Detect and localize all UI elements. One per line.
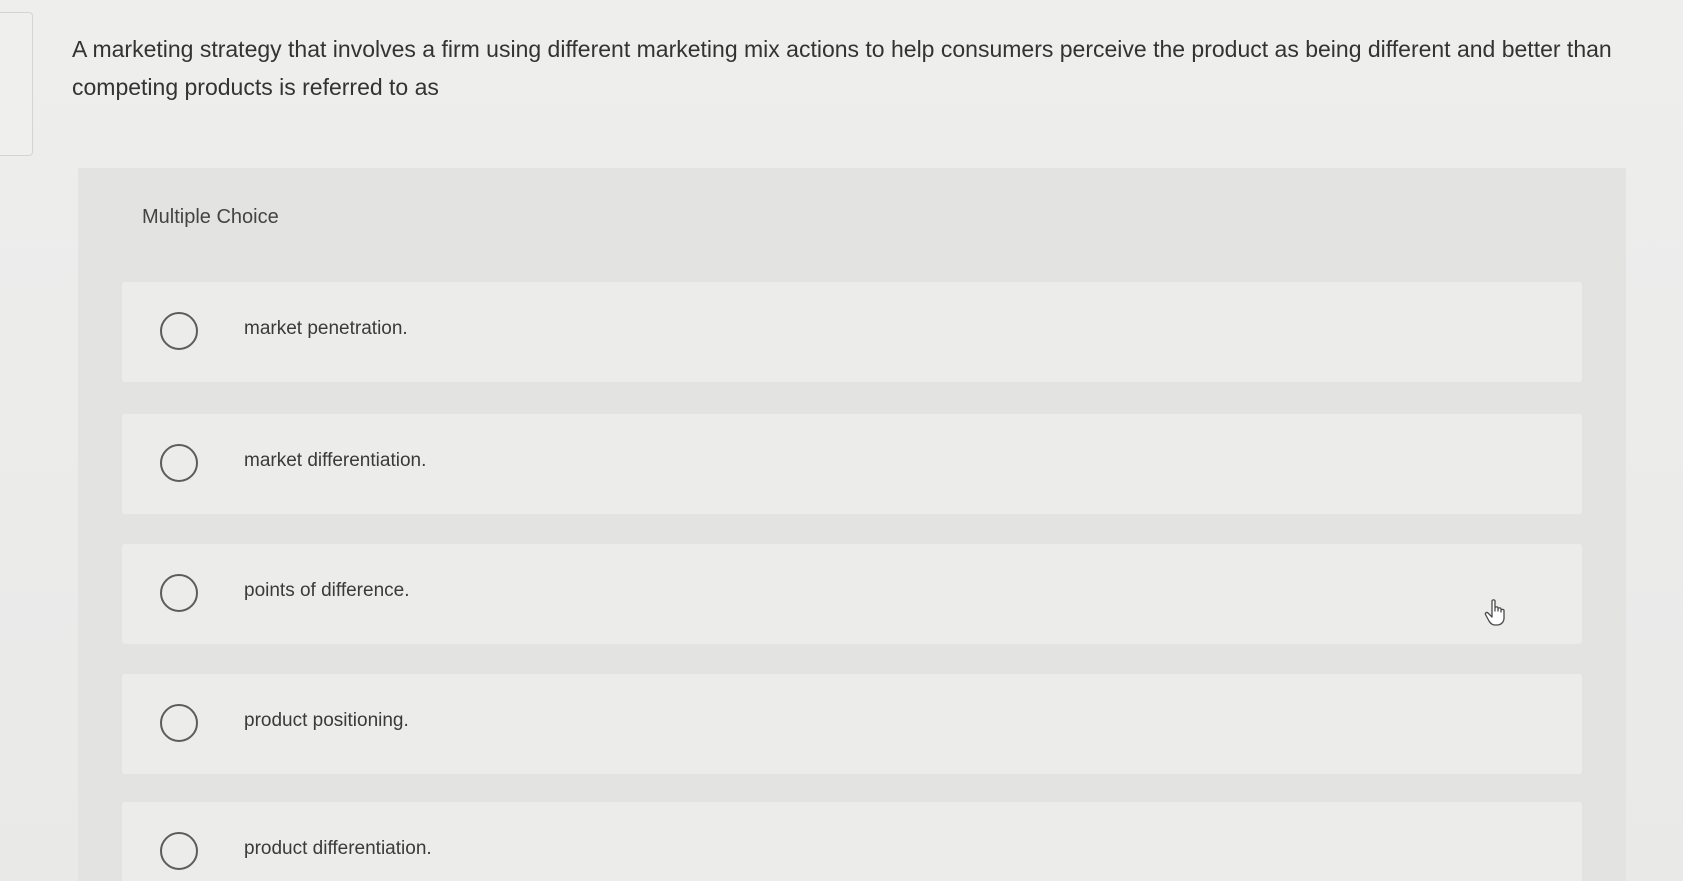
radio-unselected-icon[interactable] xyxy=(160,574,198,612)
radio-unselected-icon[interactable] xyxy=(160,704,198,742)
multiple-choice-panel: Multiple Choice market penetration. mark… xyxy=(78,168,1626,881)
radio-unselected-icon[interactable] xyxy=(160,832,198,870)
option-product-positioning[interactable]: product positioning. xyxy=(122,674,1582,774)
multiple-choice-label: Multiple Choice xyxy=(142,206,279,228)
question-text: A marketing strategy that involves a fir… xyxy=(72,36,1612,100)
option-label: points of difference. xyxy=(244,580,410,601)
radio-unselected-icon[interactable] xyxy=(160,444,198,482)
quiz-page: A marketing strategy that involves a fir… xyxy=(0,0,1683,881)
option-label: market penetration. xyxy=(244,318,408,339)
option-product-differentiation[interactable]: product differentiation. xyxy=(122,802,1582,881)
option-points-of-difference[interactable]: points of difference. xyxy=(122,544,1582,644)
option-label: product differentiation. xyxy=(244,838,432,859)
hand-pointer-icon xyxy=(1484,599,1505,626)
side-tab[interactable] xyxy=(0,12,33,156)
option-label: product positioning. xyxy=(244,710,409,731)
option-market-differentiation[interactable]: market differentiation. xyxy=(122,414,1582,514)
option-market-penetration[interactable]: market penetration. xyxy=(122,282,1582,382)
radio-unselected-icon[interactable] xyxy=(160,312,198,350)
option-label: market differentiation. xyxy=(244,450,427,471)
